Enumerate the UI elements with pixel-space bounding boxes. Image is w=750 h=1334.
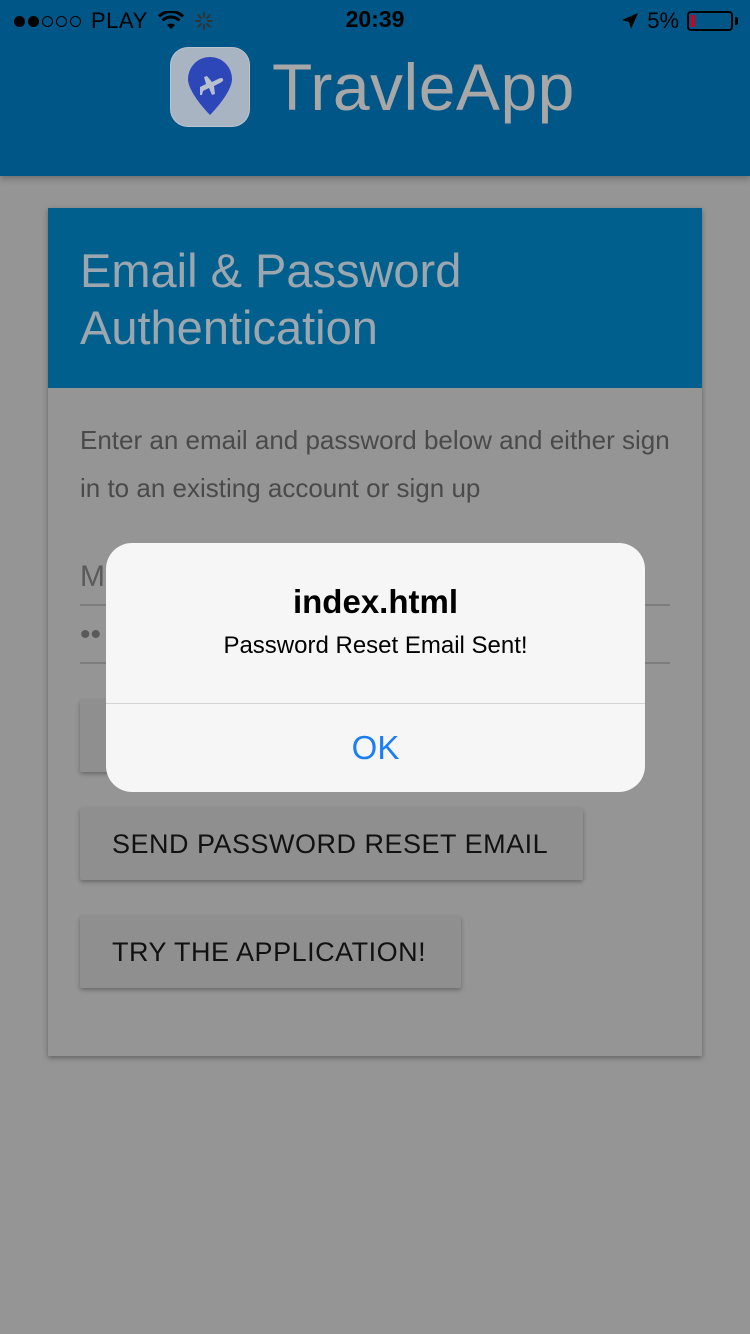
app-logo: [170, 47, 250, 127]
screen: PLAY 20:39 5% TravleApp Email & Password…: [0, 0, 750, 1334]
battery-level: [691, 15, 695, 27]
card-body: Enter an email and password below and ei…: [48, 388, 702, 540]
battery-icon: [687, 11, 733, 31]
password-value: ••: [80, 618, 102, 651]
card-description: Enter an email and password below and ei…: [80, 425, 670, 503]
send-password-reset-button[interactable]: SEND PASSWORD RESET EMAIL: [80, 808, 583, 880]
brand: TravleApp: [170, 46, 575, 128]
status-bar: PLAY 20:39 5%: [0, 0, 750, 40]
alert-ok-button[interactable]: OK: [106, 704, 645, 792]
alert-message: Password Reset Email Sent!: [223, 632, 528, 659]
status-right: 5%: [621, 8, 738, 34]
card-header: Email & Password Authentication: [48, 208, 702, 388]
email-value: M: [80, 560, 105, 593]
try-application-button[interactable]: TRY THE APPLICATION!: [80, 916, 461, 988]
card-title-line2: Authentication: [80, 301, 378, 354]
card-title-line1: Email & Password: [80, 244, 462, 297]
alert-title: index.html: [292, 583, 459, 620]
alert-dialog: index.html Password Reset Email Sent! OK: [106, 543, 645, 792]
battery-tip: [735, 17, 738, 25]
plane-pin-icon: [188, 57, 232, 115]
app-title: TravleApp: [272, 50, 575, 124]
app-header: PLAY 20:39 5% TravleApp: [0, 0, 750, 176]
battery-percent: 5%: [647, 8, 679, 33]
location-arrow-icon: [622, 13, 639, 29]
